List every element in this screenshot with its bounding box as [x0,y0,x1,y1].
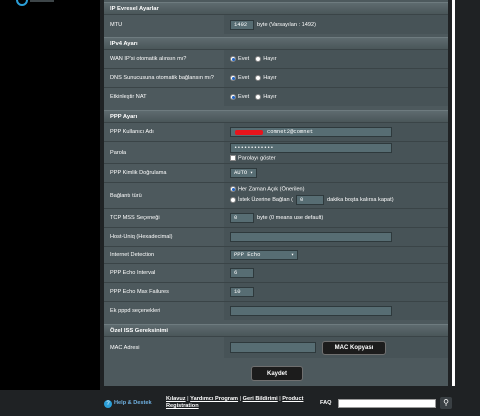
feedback-link[interactable]: Geri Bildirimi [243,396,278,402]
left-navigation [0,0,100,390]
echo-max-input[interactable]: 10 [230,287,254,297]
footer: ? Help & Destek Kılavuz | Yardımcı Progr… [0,392,480,416]
ppp-auth-label: PPP Kimlik Doğrulama [104,164,224,182]
idle-time-input[interactable]: 0 [296,194,325,205]
chevron-down-icon: ▾ [249,170,253,176]
nat-yes-radio[interactable] [230,94,236,100]
always-on-label: Her Zaman Açık (Önerilen) [238,186,305,193]
ppp-username-label: PPP Kullanıcı Adı [104,123,224,141]
chevron-down-icon: ▾ [290,252,294,258]
ppp-section: PPP Ayarı PPP Kullanıcı Adı comnet2@comn… [104,110,448,320]
ppp-username-value: comnet2@comnet [267,128,314,135]
nat-no-radio[interactable] [255,94,262,100]
no-label: Hayır [263,75,277,81]
echo-max-label: PPP Echo Max Failures [104,283,224,301]
mac-clone-button[interactable]: MAC Kopyası [322,340,386,355]
mtu-input[interactable]: 1492 [230,19,254,30]
wan-ip-no-radio[interactable] [255,56,262,62]
section-title: PPP Ayarı [104,110,448,122]
mtu-hint: byte (Varsayılan : 1492) [257,21,316,28]
password-label: Parola [104,142,224,163]
help-support-label: Help & Destek [114,400,152,406]
mtu-label: MTU [104,15,224,34]
nat-label: Etkinleştir NAT [104,88,224,106]
internet-detection-value: PPP Echo [234,251,261,258]
product-registration-link[interactable]: Product [282,396,303,402]
wan-ip-yes-radio[interactable] [230,56,236,62]
pppd-options-label: Ek pppd seçenekleri [104,302,224,320]
host-uniq-input[interactable] [230,232,392,242]
on-demand-radio[interactable] [230,196,236,203]
mss-input[interactable]: 0 [230,213,254,223]
nav-item-fragment[interactable] [30,0,54,2]
isp-section: Özel ISS Gereksinimi MAC Adresi MAC Kopy… [104,324,448,358]
conn-type-label: Bağlantı türü [104,183,224,208]
ip-extra-section: IP Evresel Ayarlar MTU 1492 byte (Varsay… [104,2,448,34]
yes-label: Evet [238,75,250,81]
no-label: Hayır [263,94,277,100]
redaction-mark [235,130,263,135]
echo-interval-input[interactable]: 6 [230,268,254,278]
manual-link[interactable]: Kılavuz [166,396,186,402]
echo-interval-label: PPP Echo Interval [104,264,224,282]
pppd-options-input[interactable] [230,306,392,316]
apply-button[interactable]: Kaydet [251,366,303,381]
registration-link[interactable]: Registration [166,403,199,409]
yes-label: Evet [238,56,250,62]
mss-hint: byte (0 means use default) [257,215,324,221]
no-label: Hayır [263,56,277,62]
internet-detection-label: Internet Detection [104,247,224,263]
password-input[interactable]: •••••••••••• [230,143,392,154]
idle-suffix: dakika boşta kalırsa kapat) [327,196,394,203]
dns-yes-radio[interactable] [230,75,236,81]
mac-label: MAC Adresi [104,337,224,358]
network-map-icon[interactable] [16,0,28,6]
ppp-auth-select[interactable]: AUTO ▾ [230,168,257,178]
dns-label: DNS Sunucusuna otomatik bağlansın mı? [104,69,224,87]
show-password-checkbox[interactable] [230,155,236,162]
ppp-username-input[interactable]: comnet2@comnet [230,127,392,137]
utility-link[interactable]: Yardımcı Program [190,396,238,402]
show-password-label: Parolayı göster [238,155,276,162]
yes-label: Evet [238,94,250,100]
section-title: IP Evresel Ayarlar [104,2,448,14]
internet-detection-select[interactable]: PPP Echo ▾ [230,250,298,260]
ppp-auth-value: AUTO [234,169,248,176]
section-title: IPv4 Ayarı [104,37,448,49]
wan-ip-label: WAN IP'si otomatik alınsın mı? [104,50,224,68]
search-input[interactable] [338,399,436,408]
dns-no-radio[interactable] [255,75,262,81]
search-icon[interactable]: ⚲ [440,397,452,409]
always-on-radio[interactable] [230,186,236,193]
help-icon: ? [104,400,112,408]
mss-label: TCP MSS Seçeneği [104,209,224,227]
on-demand-label: İstek Üzerine Bağlan ( [238,196,294,203]
faq-label: FAQ [320,400,332,406]
section-title: Özel ISS Gereksinimi [104,324,448,336]
mac-input[interactable] [230,342,316,353]
host-uniq-label: Host-Uniq (Hexadecimal) [104,228,224,246]
ipv4-section: IPv4 Ayarı WAN IP'si otomatik alınsın mı… [104,37,448,106]
scrollbar[interactable] [452,0,455,386]
